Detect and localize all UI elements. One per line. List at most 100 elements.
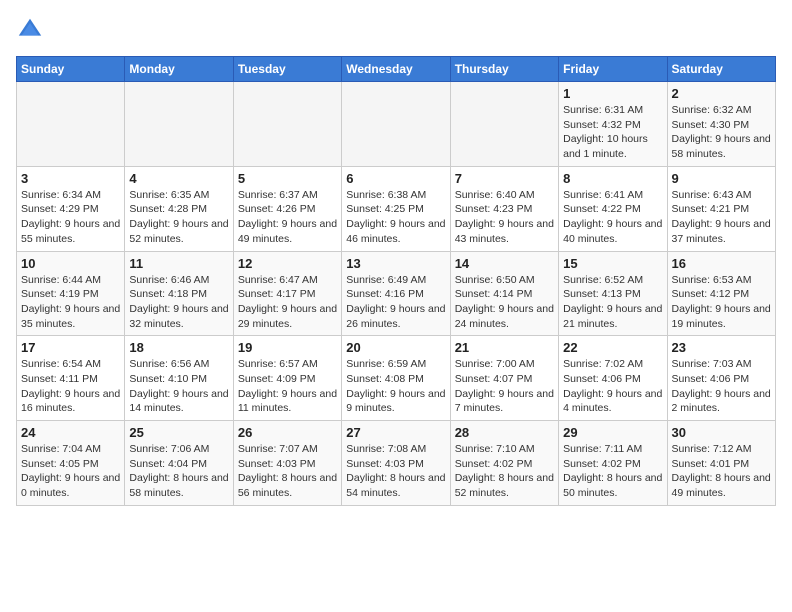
day-info: Sunrise: 6:47 AM Sunset: 4:17 PM Dayligh… (238, 273, 337, 332)
calendar-cell: 20 Sunrise: 6:59 AM Sunset: 4:08 PM Dayli… (342, 336, 450, 421)
weekday-header-friday: Friday (559, 57, 667, 82)
day-info: Sunrise: 6:52 AM Sunset: 4:13 PM Dayligh… (563, 273, 662, 332)
day-number: 3 (21, 171, 120, 186)
calendar-cell: 17 Sunrise: 6:54 AM Sunset: 4:11 PM Dayli… (17, 336, 125, 421)
weekday-header-saturday: Saturday (667, 57, 775, 82)
calendar-cell: 2 Sunrise: 6:32 AM Sunset: 4:30 PM Daylig… (667, 82, 775, 167)
weekday-header-monday: Monday (125, 57, 233, 82)
calendar-cell: 24Sunrise: 7:04 AM Sunset: 4:05 PM Dayli… (17, 421, 125, 506)
day-info: Sunrise: 6:34 AM Sunset: 4:29 PM Dayligh… (21, 188, 120, 247)
day-number: 4 (129, 171, 228, 186)
day-info: Sunrise: 7:07 AM Sunset: 4:03 PM Dayligh… (238, 442, 337, 501)
calendar-cell: 4 Sunrise: 6:35 AM Sunset: 4:28 PM Daylig… (125, 166, 233, 251)
day-info: Sunrise: 6:41 AM Sunset: 4:22 PM Dayligh… (563, 188, 662, 247)
calendar-week-3: 10 Sunrise: 6:44 AM Sunset: 4:19 PM Dayli… (17, 251, 776, 336)
day-info: Sunrise: 7:00 AM Sunset: 4:07 PM Dayligh… (455, 357, 554, 416)
day-number: 2 (672, 86, 771, 101)
day-info: Sunrise: 6:32 AM Sunset: 4:30 PM Dayligh… (672, 103, 771, 162)
day-info: Sunrise: 7:02 AM Sunset: 4:06 PM Dayligh… (563, 357, 662, 416)
day-number: 17 (21, 340, 120, 355)
day-info: Sunrise: 7:03 AM Sunset: 4:06 PM Dayligh… (672, 357, 771, 416)
calendar-cell: 27Sunrise: 7:08 AM Sunset: 4:03 PM Dayli… (342, 421, 450, 506)
day-info: Sunrise: 6:31 AM Sunset: 4:32 PM Dayligh… (563, 103, 662, 162)
calendar-cell: 21 Sunrise: 7:00 AM Sunset: 4:07 PM Dayli… (450, 336, 558, 421)
calendar-cell: 19 Sunrise: 6:57 AM Sunset: 4:09 PM Dayli… (233, 336, 341, 421)
day-info: Sunrise: 7:12 AM Sunset: 4:01 PM Dayligh… (672, 442, 771, 501)
calendar-cell (450, 82, 558, 167)
calendar-cell: 26 Sunrise: 7:07 AM Sunset: 4:03 PM Dayli… (233, 421, 341, 506)
calendar-cell: 25 Sunrise: 7:06 AM Sunset: 4:04 PM Dayli… (125, 421, 233, 506)
weekday-header-sunday: Sunday (17, 57, 125, 82)
day-info: Sunrise: 6:53 AM Sunset: 4:12 PM Dayligh… (672, 273, 771, 332)
calendar-body: 1 Sunrise: 6:31 AM Sunset: 4:32 PM Daylig… (17, 82, 776, 506)
day-number: 23 (672, 340, 771, 355)
day-number: 30 (672, 425, 771, 440)
calendar-cell: 5 Sunrise: 6:37 AM Sunset: 4:26 PM Daylig… (233, 166, 341, 251)
day-number: 19 (238, 340, 337, 355)
header (16, 16, 776, 44)
calendar-cell: 16 Sunrise: 6:53 AM Sunset: 4:12 PM Dayli… (667, 251, 775, 336)
calendar-cell: 12 Sunrise: 6:47 AM Sunset: 4:17 PM Dayli… (233, 251, 341, 336)
calendar-cell: 1 Sunrise: 6:31 AM Sunset: 4:32 PM Daylig… (559, 82, 667, 167)
day-info: Sunrise: 7:11 AM Sunset: 4:02 PM Dayligh… (563, 442, 662, 501)
day-info: Sunrise: 6:59 AM Sunset: 4:08 PM Dayligh… (346, 357, 445, 416)
day-info: Sunrise: 6:44 AM Sunset: 4:19 PM Dayligh… (21, 273, 120, 332)
day-info: Sunrise: 6:57 AM Sunset: 4:09 PM Dayligh… (238, 357, 337, 416)
day-number: 16 (672, 256, 771, 271)
calendar-cell: 7 Sunrise: 6:40 AM Sunset: 4:23 PM Daylig… (450, 166, 558, 251)
day-number: 12 (238, 256, 337, 271)
day-number: 27 (346, 425, 445, 440)
calendar-cell: 9 Sunrise: 6:43 AM Sunset: 4:21 PM Daylig… (667, 166, 775, 251)
calendar-cell: 29 Sunrise: 7:11 AM Sunset: 4:02 PM Dayli… (559, 421, 667, 506)
day-number: 13 (346, 256, 445, 271)
day-info: Sunrise: 7:10 AM Sunset: 4:02 PM Dayligh… (455, 442, 554, 501)
day-number: 29 (563, 425, 662, 440)
logo-icon (16, 16, 44, 44)
calendar-cell: 30 Sunrise: 7:12 AM Sunset: 4:01 PM Dayli… (667, 421, 775, 506)
day-info: Sunrise: 6:43 AM Sunset: 4:21 PM Dayligh… (672, 188, 771, 247)
calendar-cell: 14Sunrise: 6:50 AM Sunset: 4:14 PM Dayli… (450, 251, 558, 336)
day-number: 11 (129, 256, 228, 271)
day-number: 9 (672, 171, 771, 186)
calendar-cell: 13 Sunrise: 6:49 AM Sunset: 4:16 PM Dayli… (342, 251, 450, 336)
calendar-header: SundayMondayTuesdayWednesdayThursdayFrid… (17, 57, 776, 82)
day-info: Sunrise: 7:06 AM Sunset: 4:04 PM Dayligh… (129, 442, 228, 501)
calendar-cell (125, 82, 233, 167)
calendar-cell: 11 Sunrise: 6:46 AM Sunset: 4:18 PM Dayli… (125, 251, 233, 336)
calendar-cell: 22 Sunrise: 7:02 AM Sunset: 4:06 PM Dayli… (559, 336, 667, 421)
calendar-week-2: 3 Sunrise: 6:34 AM Sunset: 4:29 PM Daylig… (17, 166, 776, 251)
calendar-week-1: 1 Sunrise: 6:31 AM Sunset: 4:32 PM Daylig… (17, 82, 776, 167)
day-info: Sunrise: 6:54 AM Sunset: 4:11 PM Dayligh… (21, 357, 120, 416)
calendar-cell: 18Sunrise: 6:56 AM Sunset: 4:10 PM Dayli… (125, 336, 233, 421)
day-number: 22 (563, 340, 662, 355)
day-number: 1 (563, 86, 662, 101)
weekday-row: SundayMondayTuesdayWednesdayThursdayFrid… (17, 57, 776, 82)
calendar-cell: 8Sunrise: 6:41 AM Sunset: 4:22 PM Daylig… (559, 166, 667, 251)
day-info: Sunrise: 6:35 AM Sunset: 4:28 PM Dayligh… (129, 188, 228, 247)
day-number: 24 (21, 425, 120, 440)
calendar-cell: 3 Sunrise: 6:34 AM Sunset: 4:29 PM Daylig… (17, 166, 125, 251)
weekday-header-tuesday: Tuesday (233, 57, 341, 82)
calendar-week-4: 17 Sunrise: 6:54 AM Sunset: 4:11 PM Dayli… (17, 336, 776, 421)
day-info: Sunrise: 6:37 AM Sunset: 4:26 PM Dayligh… (238, 188, 337, 247)
day-number: 26 (238, 425, 337, 440)
day-info: Sunrise: 6:49 AM Sunset: 4:16 PM Dayligh… (346, 273, 445, 332)
day-info: Sunrise: 6:50 AM Sunset: 4:14 PM Dayligh… (455, 273, 554, 332)
day-number: 21 (455, 340, 554, 355)
calendar-cell: 6Sunrise: 6:38 AM Sunset: 4:25 PM Daylig… (342, 166, 450, 251)
day-number: 28 (455, 425, 554, 440)
calendar-week-5: 24Sunrise: 7:04 AM Sunset: 4:05 PM Dayli… (17, 421, 776, 506)
day-number: 6 (346, 171, 445, 186)
day-number: 10 (21, 256, 120, 271)
day-info: Sunrise: 6:46 AM Sunset: 4:18 PM Dayligh… (129, 273, 228, 332)
calendar: SundayMondayTuesdayWednesdayThursdayFrid… (16, 56, 776, 506)
day-number: 25 (129, 425, 228, 440)
logo (16, 16, 48, 44)
weekday-header-thursday: Thursday (450, 57, 558, 82)
day-number: 20 (346, 340, 445, 355)
day-number: 7 (455, 171, 554, 186)
day-info: Sunrise: 6:40 AM Sunset: 4:23 PM Dayligh… (455, 188, 554, 247)
day-number: 5 (238, 171, 337, 186)
calendar-cell: 10 Sunrise: 6:44 AM Sunset: 4:19 PM Dayli… (17, 251, 125, 336)
calendar-cell: 28 Sunrise: 7:10 AM Sunset: 4:02 PM Dayli… (450, 421, 558, 506)
